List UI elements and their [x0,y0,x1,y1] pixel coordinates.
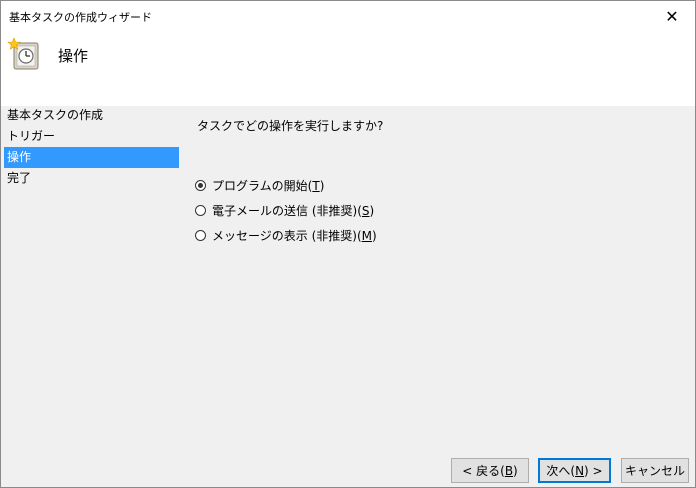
page-title: 操作 [58,47,89,65]
title-bar: 基本タスクの作成ウィザード ✕ [1,1,695,31]
step-trigger[interactable]: トリガー [4,126,179,147]
close-icon: ✕ [665,6,679,26]
back-button[interactable]: < 戻る(B) [451,458,529,483]
window-title: 基本タスクの作成ウィザード [9,11,152,24]
cancel-button[interactable]: キャンセル [621,458,689,483]
option-display-message-label: メッセージの表示 (非推奨)(M) [212,229,377,243]
task-clock-icon [7,37,41,71]
wizard-steps: 基本タスクの作成 トリガー 操作 完了 [4,105,179,189]
radio-start-program[interactable] [195,180,206,191]
option-start-program-label: プログラムの開始(T) [212,179,325,193]
radio-display-message[interactable] [195,230,206,241]
question-label: タスクでどの操作を実行しますか? [197,119,384,133]
wizard-window: 基本タスクの作成ウィザード ✕ 操作 基本タスクの作成 トリガー 操作 完了 タ… [0,0,696,488]
option-start-program[interactable]: プログラムの開始(T) [195,173,377,198]
step-finish[interactable]: 完了 [4,168,179,189]
step-create-basic-task[interactable]: 基本タスクの作成 [4,105,179,126]
option-send-email-label: 電子メールの送信 (非推奨)(S) [212,204,375,218]
option-display-message[interactable]: メッセージの表示 (非推奨)(M) [195,223,377,248]
option-send-email[interactable]: 電子メールの送信 (非推奨)(S) [195,198,377,223]
radio-send-email[interactable] [195,205,206,216]
step-action[interactable]: 操作 [4,147,179,168]
close-button[interactable]: ✕ [649,1,695,31]
wizard-header: 操作 [1,31,695,106]
action-prompt: タスクでどの操作を実行しますか? [197,115,383,134]
action-options: プログラムの開始(T) 電子メールの送信 (非推奨)(S) メッセージの表示 (… [195,173,377,248]
next-button[interactable]: 次へ(N) > [538,458,611,483]
